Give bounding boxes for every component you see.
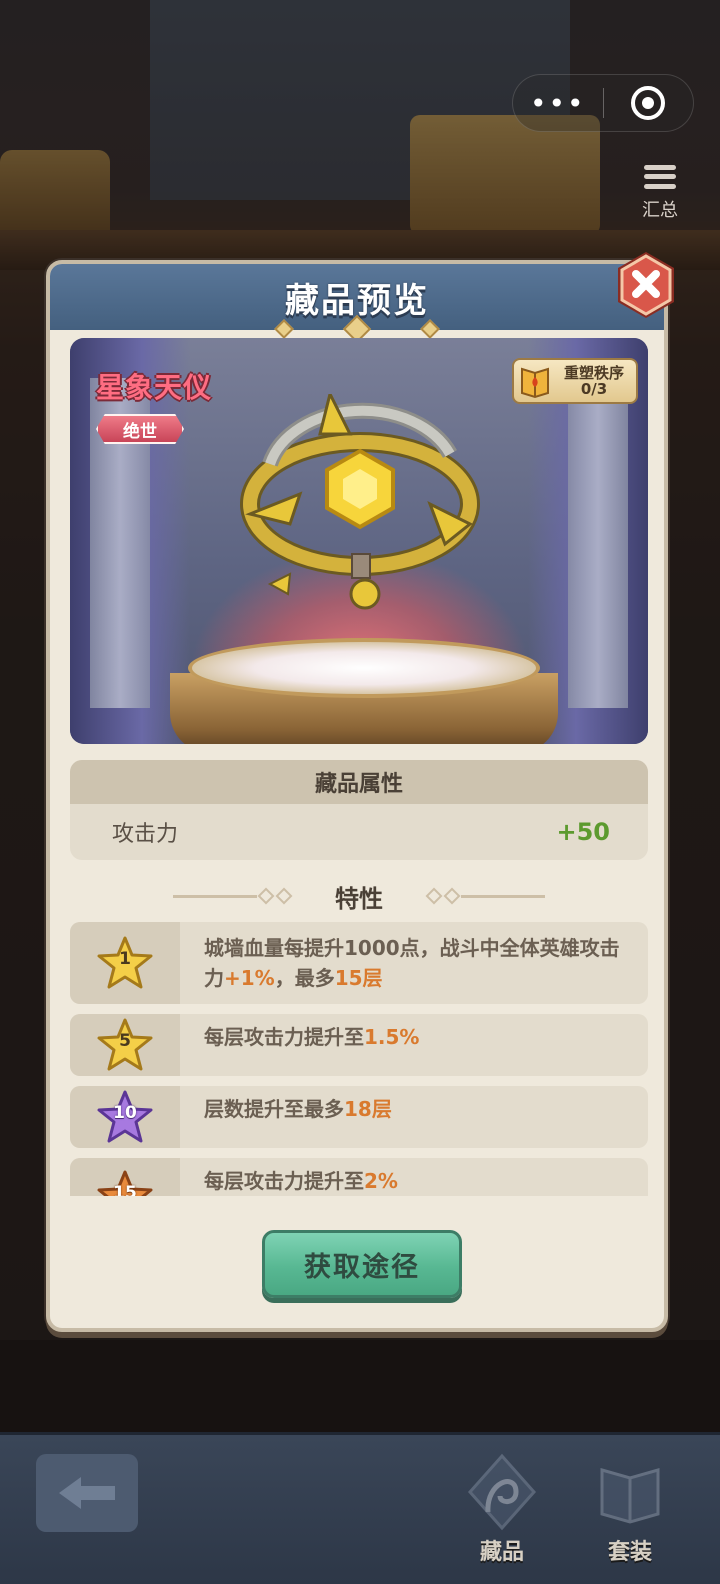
trait-text: 每层攻击力提升至	[204, 1169, 364, 1193]
book-icon	[600, 1468, 660, 1524]
trait-highlight: 15层	[334, 966, 383, 990]
more-menu-button[interactable]: •••	[513, 75, 603, 131]
trait-description: 每层攻击力提升至2%	[180, 1158, 648, 1196]
reshape-label: 重塑秩序	[563, 363, 624, 382]
trait-star-cell: 15	[70, 1158, 180, 1196]
reshape-count: 0/3	[580, 380, 608, 398]
star-icon: 1	[96, 935, 154, 991]
trait-star-cell: 10	[70, 1086, 180, 1148]
attributes-title: 藏品属性	[70, 760, 648, 804]
trait-highlight: 18层	[344, 1097, 392, 1121]
acquire-path-button[interactable]: 获取途径	[262, 1230, 462, 1298]
attribute-row: 攻击力 +50	[70, 804, 648, 860]
trait-highlight: 2%	[364, 1169, 398, 1193]
arrow-left-icon	[59, 1477, 115, 1509]
divider-ornament-right	[425, 887, 545, 905]
star-level: 10	[113, 1103, 137, 1123]
pillar-right	[568, 378, 628, 708]
trait-text: 层数提升至最多	[204, 1097, 344, 1121]
summary-label: 汇总	[642, 200, 678, 221]
reshape-order-button[interactable]: 重塑秩序 0/3	[512, 358, 638, 404]
trait-row: 1 城墙血量每提升1000点，战斗中全体英雄攻击力+1%，最多15层	[70, 922, 648, 1004]
star-icon: 10	[96, 1089, 154, 1145]
menu-lines-icon	[642, 160, 678, 194]
traits-title: 特性	[335, 884, 383, 913]
attribute-value: +50	[556, 818, 610, 846]
star-level: 15	[113, 1183, 137, 1196]
trait-text: ，最多	[274, 966, 335, 990]
star-icon: 5	[96, 1017, 154, 1073]
star-icon: 15	[96, 1169, 154, 1196]
nav-collection-label: 藏品	[479, 1540, 524, 1565]
nav-collection[interactable]: 藏品	[452, 1444, 552, 1584]
trait-star-cell: 1	[70, 922, 180, 1004]
summary-button[interactable]: 汇总	[630, 160, 690, 230]
collection-icon	[467, 1453, 537, 1531]
item-name: 星象天仪	[96, 371, 213, 404]
nav-suit-label: 套装	[607, 1540, 652, 1565]
astrolabe-artifact-icon	[240, 394, 480, 610]
rarity-badge: 绝世	[96, 414, 184, 444]
trait-description: 层数提升至最多18层	[180, 1086, 648, 1148]
collection-preview-modal: 藏品预览 星象天仪 绝世 重塑秩序 0/3 藏品属性 攻击力 +50 特性 1 …	[46, 260, 668, 1332]
attributes-card: 藏品属性 攻击力 +50	[70, 760, 648, 860]
star-level: 1	[119, 949, 131, 969]
item-preview: 星象天仪 绝世 重塑秩序 0/3	[70, 338, 648, 744]
trait-row: 5 每层攻击力提升至1.5%	[70, 1014, 648, 1076]
trait-star-cell: 5	[70, 1014, 180, 1076]
close-x-icon[interactable]	[612, 250, 680, 322]
trait-description: 城墙血量每提升1000点，战斗中全体英雄攻击力+1%，最多15层	[180, 922, 648, 1004]
book-flame-icon	[521, 367, 549, 399]
trait-row: 15 每层攻击力提升至2%	[70, 1158, 648, 1196]
trait-highlight: 1.5%	[364, 1025, 420, 1049]
nav-suit[interactable]: 套装	[580, 1444, 680, 1584]
back-button[interactable]	[36, 1454, 138, 1532]
trait-description: 每层攻击力提升至1.5%	[180, 1014, 648, 1076]
trait-text: 每层攻击力提升至	[204, 1025, 364, 1049]
pedestal-top	[188, 638, 540, 698]
close-miniprogram-button[interactable]	[604, 75, 694, 131]
miniprogram-capsule: •••	[512, 74, 694, 132]
traits-list[interactable]: 1 城墙血量每提升1000点，战斗中全体英雄攻击力+1%，最多15层 5 每层攻…	[70, 922, 648, 1196]
traits-heading: 特性	[70, 876, 648, 916]
attribute-name: 攻击力	[112, 822, 179, 847]
target-icon	[631, 86, 666, 120]
trait-highlight: +1%	[224, 966, 275, 990]
divider-ornament-left	[173, 887, 293, 905]
trait-row: 10 层数提升至最多18层	[70, 1086, 648, 1148]
star-level: 5	[119, 1031, 131, 1051]
